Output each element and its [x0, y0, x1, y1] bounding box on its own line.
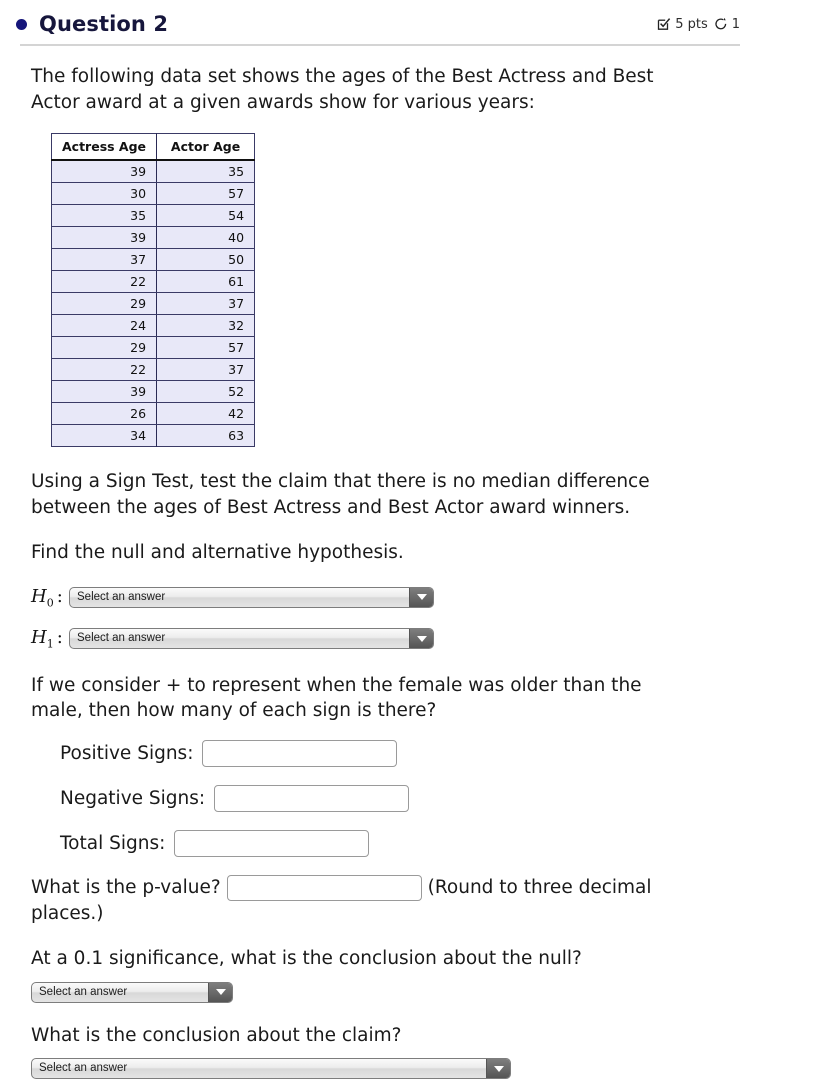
cell-actor-age: 50 — [156, 248, 255, 272]
retry-icon — [714, 17, 728, 31]
column-header-actor-age: Actor Age — [156, 133, 255, 162]
table-row: 39 40 — [51, 226, 255, 250]
claim-conclusion-select-value: Select an answer — [39, 1062, 128, 1075]
claim-conclusion-select[interactable]: Select an answer — [31, 1058, 511, 1079]
checkbox-checked-icon — [657, 17, 671, 31]
table-row: 22 37 — [51, 358, 255, 382]
cell-actor-age: 42 — [156, 402, 255, 426]
cell-actor-age: 37 — [156, 358, 255, 382]
question-body: The following data set shows the ages of… — [0, 46, 828, 1079]
question-meta: 5 pts 1 — [657, 17, 740, 32]
sign-test-instruction: Using a Sign Test, test the claim that t… — [31, 471, 650, 518]
intro-text: The following data set shows the ages of… — [31, 66, 654, 113]
header-divider — [20, 44, 740, 46]
cell-actor-age: 61 — [156, 270, 255, 294]
attempts-group: 1 — [714, 17, 740, 32]
question-status-bullet-icon — [16, 18, 27, 30]
table-header-row: Actress Age Actor Age — [51, 133, 255, 162]
cell-actor-age: 32 — [156, 314, 255, 338]
pvalue-round-note-continued: places.) — [31, 902, 104, 924]
sign-count-question: If we consider + to represent when the f… — [31, 674, 642, 722]
cell-actor-age: 57 — [156, 336, 255, 360]
null-conclusion-select[interactable]: Select an answer — [31, 981, 233, 1003]
pvalue-round-note: (Round to three decimal — [427, 877, 652, 899]
find-hypothesis-text: Find the null and alternative hypothesis… — [31, 542, 404, 564]
table-row: 39 35 — [51, 160, 255, 184]
claim-conclusion-question: What is the conclusion about the claim? — [31, 1024, 402, 1046]
table-row: 30 57 — [51, 182, 255, 206]
h1-label: H1: — [31, 627, 63, 651]
alternative-hypothesis-select[interactable]: Select an answer — [69, 628, 434, 650]
alternative-hypothesis-row: H1: Select an answer — [31, 627, 740, 651]
cell-actor-age: 57 — [156, 182, 255, 206]
cell-actor-age: 54 — [156, 204, 255, 228]
cell-actor-age: 35 — [156, 160, 255, 184]
null-conclusion-select-value: Select an answer — [39, 985, 128, 998]
table-body: 39 35 30 57 35 54 39 40 37 50 22 61 29 3… — [51, 160, 255, 447]
null-conclusion-question: At a 0.1 significance, what is the concl… — [31, 948, 582, 970]
cell-actress-age: 30 — [51, 182, 158, 206]
chevron-down-icon[interactable] — [409, 629, 433, 649]
chevron-down-icon[interactable] — [486, 1059, 510, 1079]
cell-actress-age: 29 — [51, 292, 158, 316]
table-row: 34 63 — [51, 424, 255, 447]
total-signs-input[interactable] — [174, 829, 370, 857]
pvalue-question-row: What is the p-value? (Round to three dec… — [31, 874, 696, 901]
table-row: 35 54 — [51, 204, 255, 228]
chevron-down-icon[interactable] — [409, 587, 433, 607]
cell-actress-age: 39 — [51, 160, 158, 184]
ages-data-table: Actress Age Actor Age 39 35 30 57 35 54 … — [51, 133, 256, 448]
cell-actress-age: 22 — [51, 270, 158, 294]
null-hypothesis-row: H0: Select an answer — [31, 585, 740, 610]
table-row: 29 57 — [51, 336, 255, 360]
positive-signs-input[interactable] — [202, 739, 398, 767]
data-table-wrapper: Actress Age Actor Age 39 35 30 57 35 54 … — [51, 133, 740, 448]
positive-signs-row: Positive Signs: — [31, 739, 740, 767]
table-row: 26 42 — [51, 402, 255, 426]
null-hypothesis-select-value: Select an answer — [77, 590, 166, 603]
cell-actress-age: 35 — [51, 204, 158, 228]
cell-actress-age: 37 — [51, 248, 158, 272]
cell-actor-age: 40 — [156, 226, 255, 250]
chevron-down-icon[interactable] — [208, 982, 232, 1002]
question-page: Question 2 5 pts 1 The following data se… — [0, 0, 828, 1079]
table-row: 24 32 — [51, 314, 255, 338]
cell-actress-age: 39 — [51, 380, 158, 404]
negative-signs-row: Negative Signs: — [31, 784, 740, 812]
cell-actor-age: 63 — [156, 424, 255, 447]
total-signs-row: Total Signs: — [31, 829, 740, 857]
table-row: 22 61 — [51, 270, 255, 294]
cell-actress-age: 22 — [51, 358, 158, 382]
table-row: 39 52 — [51, 380, 255, 404]
total-signs-label: Total Signs: — [60, 832, 166, 854]
alternative-hypothesis-select-value: Select an answer — [77, 632, 166, 645]
cell-actor-age: 52 — [156, 380, 255, 404]
points-group: 5 pts — [657, 17, 708, 32]
cell-actress-age: 29 — [51, 336, 158, 360]
negative-signs-label: Negative Signs: — [60, 787, 206, 809]
cell-actress-age: 34 — [51, 424, 158, 447]
question-header: Question 2 5 pts 1 — [0, 0, 828, 46]
null-hypothesis-select[interactable]: Select an answer — [69, 586, 434, 608]
cell-actor-age: 37 — [156, 292, 255, 316]
column-header-actress-age: Actress Age — [51, 133, 158, 162]
h0-label: H0: — [31, 585, 63, 610]
cell-actress-age: 24 — [51, 314, 158, 338]
cell-actress-age: 26 — [51, 402, 158, 426]
points-label: 5 pts — [675, 16, 708, 32]
negative-signs-input[interactable] — [214, 784, 410, 812]
table-row: 37 50 — [51, 248, 255, 272]
question-title: Question 2 — [39, 12, 169, 36]
pvalue-question-label: What is the p-value? — [31, 877, 221, 899]
attempts-count: 1 — [731, 16, 740, 32]
pvalue-input[interactable] — [226, 874, 422, 901]
cell-actress-age: 39 — [51, 226, 158, 250]
positive-signs-label: Positive Signs: — [60, 742, 194, 764]
table-row: 29 37 — [51, 292, 255, 316]
